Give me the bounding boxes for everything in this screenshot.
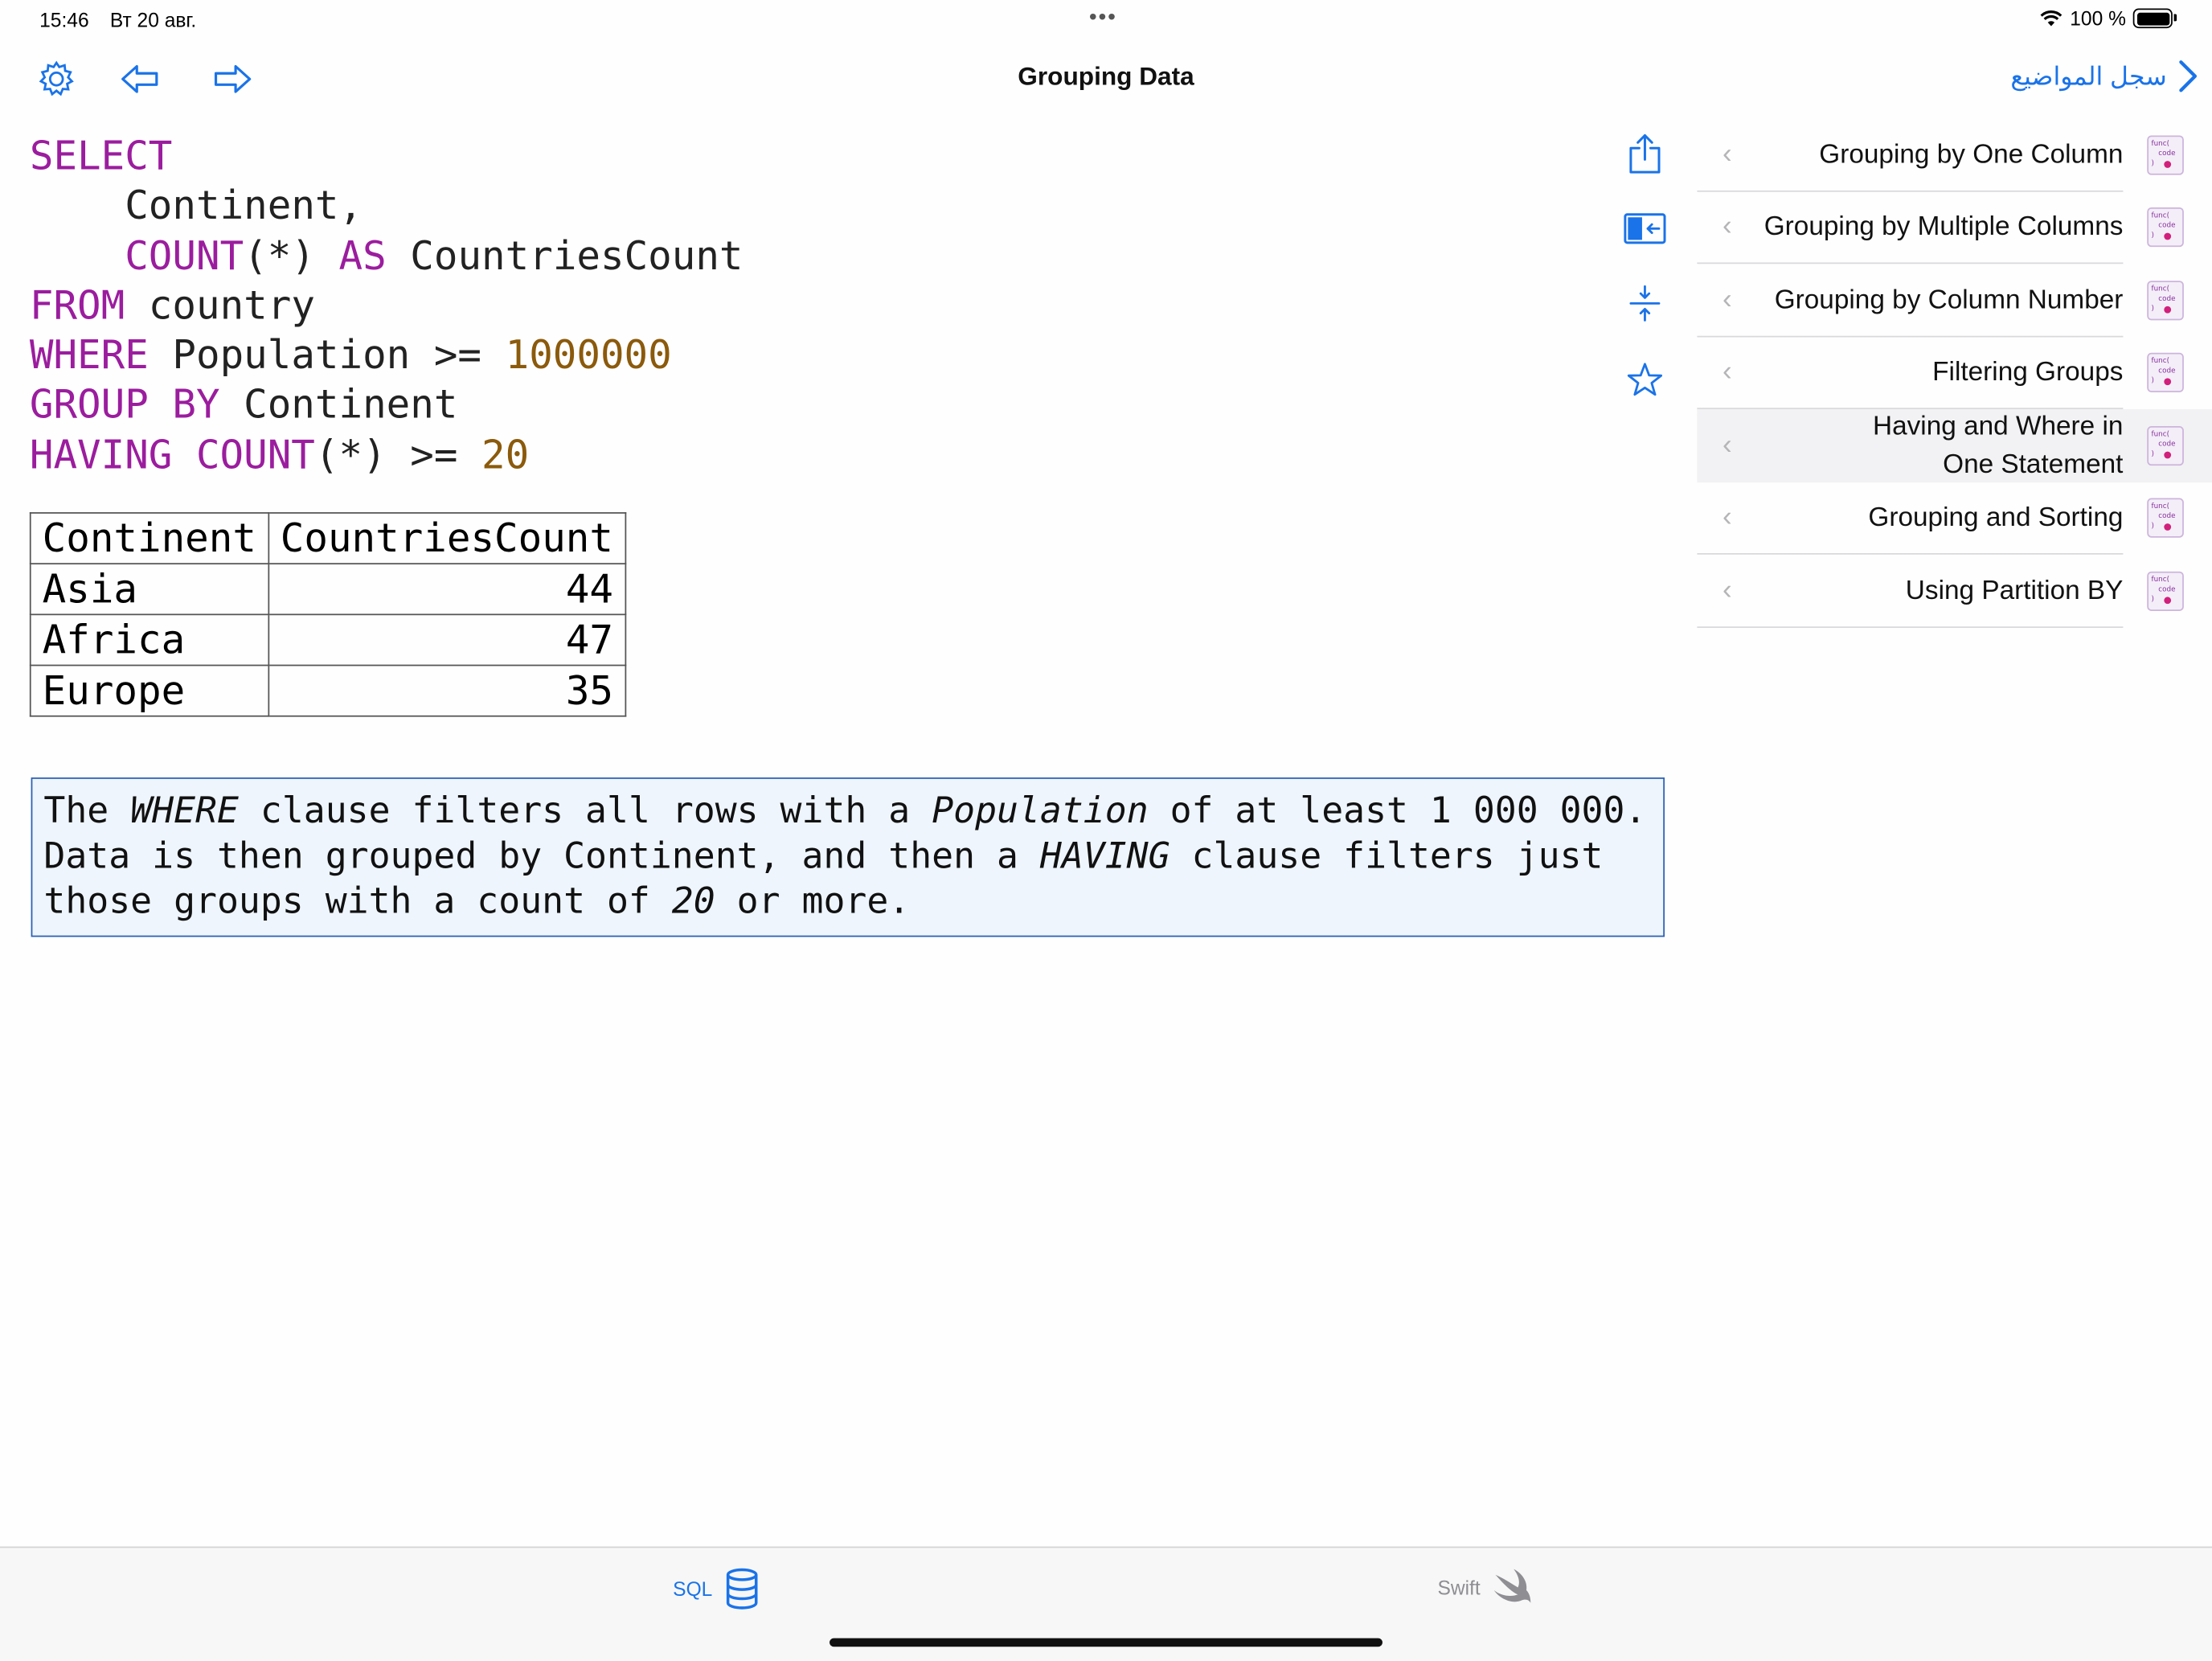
chevron-left-icon: ‹	[1722, 356, 1732, 388]
topic-label: Filtering Groups	[1932, 358, 2124, 388]
status-time: 15:46	[39, 8, 89, 31]
chevron-left-icon: ‹	[1722, 284, 1732, 315]
sql-query: SELECT Continent, COUNT(*) AS CountriesC…	[30, 131, 743, 480]
list-item[interactable]: ‹ Grouping and Sorting func(code)	[1697, 482, 2212, 555]
swift-bird-icon	[1494, 1569, 1531, 1603]
column-header: CountriesCount	[267, 512, 626, 565]
code-file-icon: func(code)	[2147, 353, 2184, 393]
chevron-left-icon: ‹	[1722, 502, 1732, 533]
code-file-icon: func(code)	[2147, 207, 2184, 248]
query-group-column: Continent	[244, 381, 458, 429]
tab-sql[interactable]: SQL	[673, 1568, 760, 1610]
note-text: clause filters all rows with a	[238, 789, 932, 833]
topics-history-button[interactable]: سجل المواضيع	[2010, 59, 2198, 93]
page-title: Grouping Data	[1018, 62, 1194, 91]
note-emphasis: 20	[671, 880, 715, 923]
list-item[interactable]: ‹ Grouping by Multiple Columns func(code…	[1697, 191, 2212, 265]
status-date: Вт 20 авг.	[109, 8, 197, 31]
sidebar-toggle-icon[interactable]	[1620, 203, 1670, 254]
tab-swift[interactable]: Swift	[1437, 1568, 1534, 1607]
chevron-left-icon: ‹	[1722, 211, 1732, 243]
chevron-right-icon	[2179, 60, 2198, 92]
status-bar: 15:46 Вт 20 авг. ••• 100 %	[0, 0, 2212, 43]
query-where-condition: Population >=	[172, 331, 482, 379]
query-count-arg: (*)	[244, 232, 315, 279]
navigation-bar: Grouping Data سجل المواضيع	[0, 43, 2212, 113]
list-item[interactable]: ‹ Using Partition BY func(code)	[1697, 555, 2212, 628]
note-text: or more.	[715, 880, 911, 923]
app-window: 15:46 Вт 20 авг. ••• 100 % Grouping Data…	[0, 0, 2212, 1661]
code-file-icon: func(code)	[2147, 135, 2184, 175]
code-file-icon: func(code)	[2147, 498, 2184, 539]
chevron-left-icon: ‹	[1722, 138, 1732, 170]
column-header: Continent	[29, 512, 269, 565]
status-right: 100 %	[2040, 6, 2177, 30]
query-keyword-having: HAVING COUNT	[29, 431, 315, 478]
tab-label: Swift	[1437, 1576, 1481, 1599]
code-file-icon: func(code)	[2147, 425, 2184, 465]
table-cell-count: 35	[267, 664, 626, 717]
code-file-icon: func(code)	[2147, 571, 2184, 611]
note-emphasis: Population	[932, 789, 1149, 833]
query-keyword-select: SELECT	[29, 132, 173, 179]
chevron-left-icon: ‹	[1722, 429, 1732, 461]
tab-label: SQL	[673, 1577, 713, 1601]
query-keyword-from: FROM	[29, 281, 125, 329]
note-emphasis: WHERE	[130, 789, 239, 833]
topics-list: ‹ Grouping by One Column func(code) ‹ Gr…	[1697, 118, 2212, 628]
list-item-selected[interactable]: ‹ Having and Where in One Statement func…	[1697, 408, 2212, 482]
query-keyword-group-by: GROUP BY	[29, 381, 220, 429]
query-having-value: 20	[481, 431, 530, 478]
query-keyword-where: WHERE	[29, 331, 149, 379]
battery-percent: 100 %	[2070, 6, 2126, 30]
topic-label: Grouping and Sorting	[1868, 503, 2124, 533]
table-cell-continent: Europe	[29, 664, 269, 717]
share-icon[interactable]	[1620, 129, 1670, 179]
database-icon	[726, 1568, 758, 1610]
list-item[interactable]: ‹ Grouping by One Column func(code)	[1697, 118, 2212, 191]
topics-history-label: سجل المواضيع	[2010, 61, 2167, 90]
table-row: Asia 44	[29, 563, 626, 616]
query-column-continent: Continent,	[125, 182, 363, 229]
query-where-value: 1000000	[505, 331, 672, 379]
topic-label: Grouping by Column Number	[1774, 285, 2124, 315]
code-file-icon: func(code)	[2147, 280, 2184, 320]
result-table: Continent CountriesCount Asia 44 Africa …	[29, 512, 626, 717]
query-keyword-as: AS	[338, 232, 387, 279]
query-alias: CountriesCount	[410, 232, 743, 279]
explanation-note: The WHERE clause filters all rows with a…	[31, 777, 1665, 937]
note-emphasis: HAVING	[1039, 835, 1170, 878]
topic-label: Having and Where in One Statement	[1873, 412, 2124, 480]
table-row: Europe 35	[29, 664, 626, 717]
table-header-row: Continent CountriesCount	[29, 512, 626, 565]
multitasking-dots-icon[interactable]: •••	[1089, 6, 1117, 31]
table-row: Africa 47	[29, 613, 626, 666]
table-cell-count: 47	[267, 613, 626, 666]
topic-label: Using Partition BY	[1905, 576, 2124, 606]
list-item[interactable]: ‹ Grouping by Column Number func(code)	[1697, 264, 2212, 337]
table-cell-count: 44	[267, 563, 626, 616]
star-icon[interactable]	[1620, 355, 1670, 405]
table-cell-continent: Asia	[29, 563, 269, 616]
topic-label: Grouping by Multiple Columns	[1763, 212, 2124, 243]
chevron-left-icon: ‹	[1722, 574, 1732, 606]
list-separator	[1697, 625, 2124, 628]
list-item[interactable]: ‹ Filtering Groups func(code)	[1697, 337, 2212, 409]
collapse-icon[interactable]	[1620, 278, 1670, 329]
topic-label: Grouping by One Column	[1819, 140, 2124, 170]
battery-icon	[2132, 8, 2177, 29]
table-cell-continent: Africa	[29, 613, 269, 666]
query-table: country	[148, 281, 315, 329]
query-function-count: COUNT	[125, 232, 244, 279]
note-text: The	[43, 789, 131, 833]
query-having-condition: (*) >=	[314, 431, 458, 478]
wifi-icon	[2041, 10, 2062, 27]
home-indicator	[829, 1638, 1382, 1647]
